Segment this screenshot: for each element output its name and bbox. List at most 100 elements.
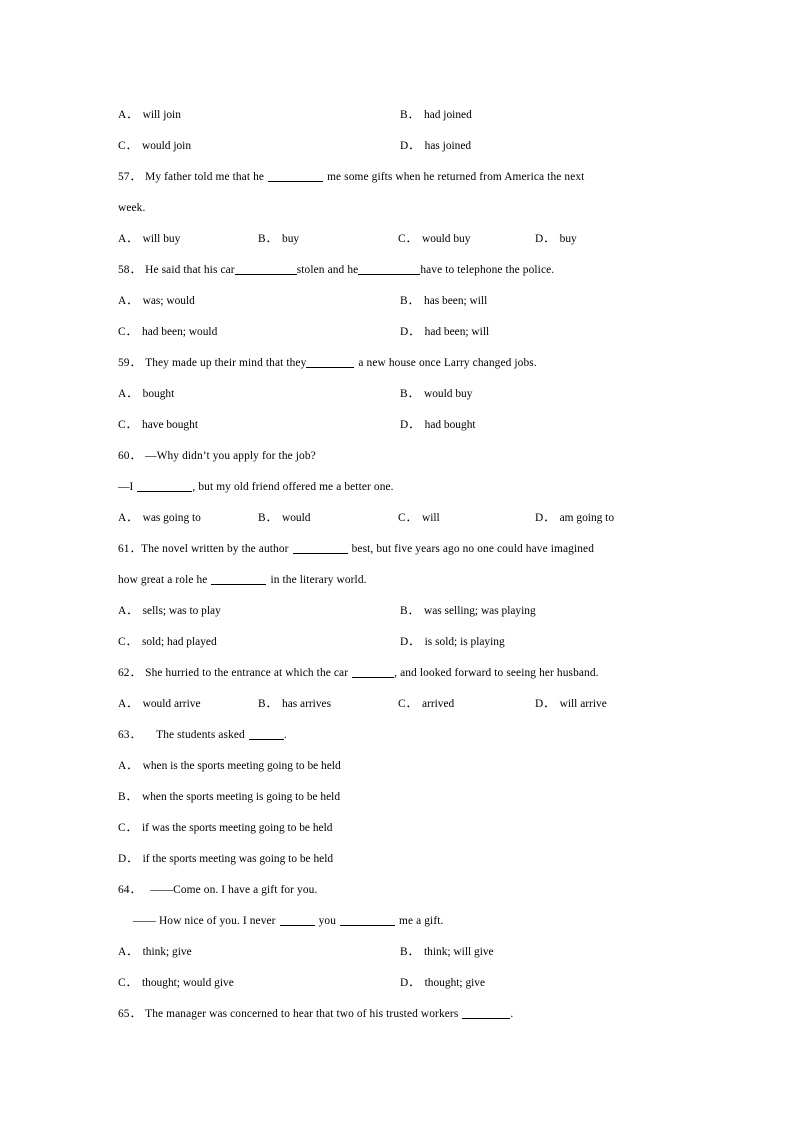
answer-blank-63-1[interactable] <box>248 728 284 740</box>
option-c-q58[interactable]: C． had been; would <box>118 317 217 348</box>
option-b-q56[interactable]: B． had joined <box>400 100 472 131</box>
option-text-b-q62: has arrives <box>282 698 332 710</box>
option-b-q61[interactable]: B． was selling; was playing <box>400 596 536 627</box>
option-text-d-q58: had been; will <box>424 326 490 338</box>
option-text-c-q57: would buy <box>422 233 471 245</box>
option-a-q57[interactable]: A． will buy <box>118 224 180 255</box>
option-b-q64[interactable]: B． think; will give <box>400 937 494 968</box>
option-marker-d: D． <box>400 326 420 338</box>
answer-blank-64-2[interactable] <box>340 914 396 926</box>
option-b-q62[interactable]: B． has arrives <box>258 689 331 720</box>
answer-blank-61-1[interactable] <box>292 542 348 554</box>
option-a-q59[interactable]: A． bought <box>118 379 174 410</box>
question-text-58b: stolen and he <box>296 264 359 276</box>
option-text-a-q57: will buy <box>142 233 181 245</box>
option-text-a-q60: was going to <box>142 512 201 524</box>
option-d-q61[interactable]: D． is sold; is playing <box>400 627 505 658</box>
answer-blank-58-1[interactable] <box>234 263 297 275</box>
question-text-64b: —— How nice of you. I never <box>133 915 276 927</box>
option-text-a-q61: sells; was to play <box>142 605 221 617</box>
option-marker-d: D． <box>118 853 138 865</box>
option-a-q56[interactable]: A． will join <box>118 100 181 131</box>
document-page: A． will join B． had joined C． would join D．… <box>0 0 794 1123</box>
answer-blank-64-1[interactable] <box>279 914 315 926</box>
option-a-q60[interactable]: A． was going to <box>118 503 201 534</box>
option-marker-d: D． <box>400 140 420 152</box>
option-text-d-q63: if the sports meeting was going to be he… <box>142 853 334 865</box>
question-text-59a: They made up their mind that they <box>145 357 307 369</box>
answer-blank-65-1[interactable] <box>462 1007 511 1019</box>
question-number-62: 62． <box>118 667 142 679</box>
question-stem-58: 58． He said that his car stolen and he have… <box>118 255 680 286</box>
option-row-63-d: D． if the sports meeting was going to be … <box>118 844 680 875</box>
option-a-q61[interactable]: A． sells; was to play <box>118 596 221 627</box>
option-text-c-q63: if was the sports meeting going to be he… <box>142 822 333 834</box>
option-b-q59[interactable]: B． would buy <box>400 379 472 410</box>
option-d-q60[interactable]: D． am going to <box>535 503 614 534</box>
question-text-60a: —Why didn’t you apply for the job? <box>145 450 316 462</box>
question-text-64d: me a gift. <box>399 915 444 927</box>
question-text-59b: a new house once Larry changed jobs. <box>358 357 537 369</box>
option-text-c-q64: thought; would give <box>142 977 234 989</box>
option-row-q56-cd: C． would join D． has joined <box>118 131 680 162</box>
option-d-q63[interactable]: D． if the sports meeting was going to be … <box>118 844 333 875</box>
option-d-q62[interactable]: D． will arrive <box>535 689 607 720</box>
option-c-q60[interactable]: C． will <box>398 503 440 534</box>
option-b-q60[interactable]: B． would <box>258 503 310 534</box>
option-text-d-q64: thought; give <box>424 977 486 989</box>
option-c-q61[interactable]: C． sold; had played <box>118 627 217 658</box>
option-row-59-cd: C． have bought D． had bought <box>118 410 680 441</box>
answer-blank-62-1[interactable] <box>352 666 395 678</box>
option-row-63-c: C． if was the sports meeting going to be … <box>118 813 680 844</box>
option-d-q64[interactable]: D． thought; give <box>400 968 485 999</box>
option-c-q56[interactable]: C． would join <box>118 131 191 162</box>
option-a-q62[interactable]: A． would arrive <box>118 689 201 720</box>
option-marker-c: C． <box>398 233 417 245</box>
question-stem-61-line1: 61．The novel written by the author best, … <box>118 534 680 565</box>
option-marker-d: D． <box>535 698 555 710</box>
question-stem-57-line2: week. <box>118 193 680 224</box>
option-a-q64[interactable]: A． think; give <box>118 937 192 968</box>
option-c-q62[interactable]: C． arrived <box>398 689 454 720</box>
answer-blank-59-1[interactable] <box>306 356 355 368</box>
answer-blank-61-2[interactable] <box>211 573 267 585</box>
option-c-q59[interactable]: C． have bought <box>118 410 198 441</box>
option-marker-a: A． <box>118 233 138 245</box>
option-marker-c: C． <box>118 140 137 152</box>
answer-blank-58-2[interactable] <box>358 263 421 275</box>
option-text-a-q56: will join <box>142 109 181 121</box>
answer-blank-57-1[interactable] <box>268 170 324 182</box>
option-marker-b: B． <box>258 233 277 245</box>
option-row-62: A． would arrive B． has arrives C． arrived D… <box>118 689 680 720</box>
option-d-q58[interactable]: D． had been; will <box>400 317 489 348</box>
option-d-q57[interactable]: D． buy <box>535 224 577 255</box>
option-d-q56[interactable]: D． has joined <box>400 131 471 162</box>
option-row-61-ab: A． sells; was to play B． was selling; was … <box>118 596 680 627</box>
option-a-q63[interactable]: A． when is the sports meeting going to be… <box>118 751 341 782</box>
option-c-q64[interactable]: C． thought; would give <box>118 968 234 999</box>
option-b-q63[interactable]: B． when the sports meeting is going to be… <box>118 782 340 813</box>
option-text-c-q58: had been; would <box>142 326 218 338</box>
question-number-64: 64． <box>118 884 142 896</box>
option-b-q57[interactable]: B． buy <box>258 224 299 255</box>
option-text-c-q60: will <box>422 512 440 524</box>
option-text-b-q59: would buy <box>424 388 473 400</box>
question-text-65a: The manager was concerned to hear that t… <box>145 1008 459 1020</box>
question-number-60: 60． <box>118 450 142 462</box>
option-marker-c: C． <box>118 636 137 648</box>
option-marker-a: A． <box>118 109 138 121</box>
option-d-q59[interactable]: D． had bought <box>400 410 476 441</box>
question-number-63: 63． <box>118 729 142 741</box>
option-b-q58[interactable]: B． has been; will <box>400 286 487 317</box>
option-row-58-ab: A． was; would B． has been; will <box>118 286 680 317</box>
option-c-q63[interactable]: C． if was the sports meeting going to be … <box>118 813 332 844</box>
option-a-q58[interactable]: A． was; would <box>118 286 195 317</box>
answer-blank-60-1[interactable] <box>137 480 193 492</box>
option-text-c-q62: arrived <box>422 698 455 710</box>
question-text-64c: you <box>318 915 337 927</box>
option-c-q57[interactable]: C． would buy <box>398 224 470 255</box>
question-number-57: 57． <box>118 171 142 183</box>
question-text-62a: She hurried to the entrance at which the… <box>145 667 349 679</box>
question-stem-64-line2: —— How nice of you. I never you me a gift. <box>118 906 680 937</box>
option-text-d-q60: am going to <box>559 512 615 524</box>
